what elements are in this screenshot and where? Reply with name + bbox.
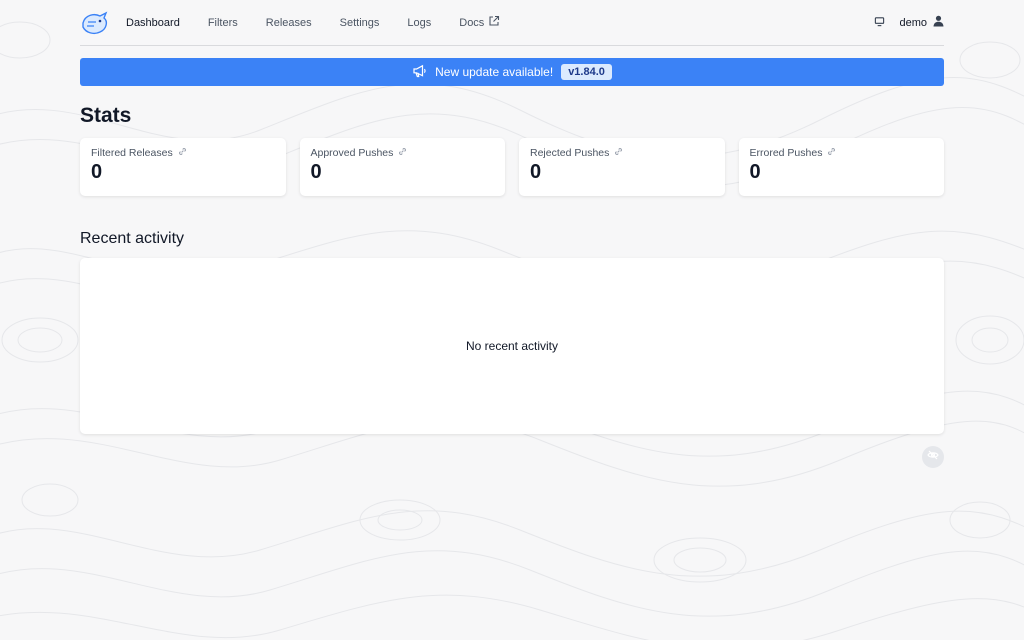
- recent-activity-title: Recent activity: [80, 230, 185, 247]
- nav-item-dashboard[interactable]: Dashboard: [126, 17, 180, 29]
- link-icon: [827, 147, 836, 159]
- user-menu[interactable]: demo: [899, 15, 944, 30]
- link-icon: [178, 147, 187, 159]
- recent-activity-panel: No recent activity: [80, 258, 944, 434]
- nav-right: demo: [874, 15, 944, 30]
- stat-label-row: Errored Pushes: [750, 147, 934, 159]
- nav-item-logs[interactable]: Logs: [407, 17, 431, 29]
- top-navigation: Dashboard Filters Releases Settings Logs…: [80, 0, 944, 46]
- nav-item-docs[interactable]: Docs: [459, 15, 500, 30]
- link-icon: [614, 147, 623, 159]
- nav-item-label: Docs: [459, 16, 485, 29]
- megaphone-icon: [412, 64, 427, 81]
- nav-item-filters[interactable]: Filters: [208, 17, 238, 29]
- link-icon: [398, 147, 407, 159]
- nav-item-label: Filters: [207, 16, 238, 29]
- nav-item-label: Dashboard: [126, 16, 180, 29]
- stat-value: 0: [530, 161, 542, 183]
- stat-label-row: Filtered Releases: [91, 147, 275, 159]
- update-banner[interactable]: New update available! v1.84.0: [80, 58, 944, 86]
- stat-label-row: Rejected Pushes: [530, 147, 714, 159]
- stat-label: Approved Pushes: [310, 147, 394, 159]
- nav-item-label: Settings: [339, 16, 380, 29]
- stat-card-approved-pushes[interactable]: Approved Pushes 0: [299, 138, 505, 196]
- stats-grid: Filtered Releases 0 Approved Pushes 0 Re…: [80, 138, 944, 196]
- stat-value: 0: [310, 161, 322, 183]
- nav-item-label: Logs: [407, 16, 432, 29]
- nav-menu: Dashboard Filters Releases Settings Logs…: [126, 0, 528, 45]
- stat-card-filtered-releases[interactable]: Filtered Releases 0: [80, 138, 286, 196]
- stat-label: Rejected Pushes: [530, 147, 610, 159]
- nav-item-releases[interactable]: Releases: [266, 17, 312, 29]
- stat-value: 0: [749, 161, 761, 183]
- nav-item-settings[interactable]: Settings: [340, 17, 380, 29]
- username: demo: [899, 16, 927, 29]
- stats-title: Stats: [80, 104, 132, 127]
- stat-card-errored-pushes[interactable]: Errored Pushes 0: [738, 138, 944, 196]
- hidden-toggle-button[interactable]: [922, 446, 944, 468]
- stat-label: Filtered Releases: [91, 147, 173, 159]
- empty-state-text: No recent activity: [465, 339, 559, 353]
- external-link-icon: [488, 15, 500, 30]
- autobrr-logo-icon[interactable]: [80, 9, 110, 37]
- eye-slash-icon: [927, 448, 939, 466]
- stat-value: 0: [91, 161, 103, 183]
- version-badge: v1.84.0: [561, 64, 612, 80]
- banner-text: New update available!: [435, 65, 554, 79]
- stat-label: Errored Pushes: [749, 147, 823, 159]
- nav-item-label: Releases: [265, 16, 312, 29]
- theme-monitor-icon[interactable]: [874, 16, 885, 30]
- stat-label-row: Approved Pushes: [311, 147, 495, 159]
- stat-card-rejected-pushes[interactable]: Rejected Pushes 0: [519, 138, 725, 196]
- user-icon: [933, 15, 944, 30]
- app-container: Dashboard Filters Releases Settings Logs…: [80, 0, 944, 468]
